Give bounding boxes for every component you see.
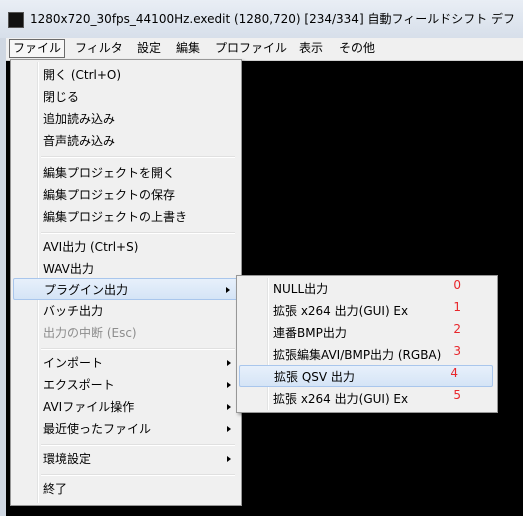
menu-item-label: プラグイン出力 <box>44 283 129 297</box>
title-bar[interactable]: 1280x720_30fps_44100Hz.exedit (1280,720)… <box>0 0 523 38</box>
submenu-arrow-icon <box>227 382 231 388</box>
menu-item-recent-files[interactable]: 最近使ったファイル <box>13 418 239 440</box>
menu-edit[interactable]: 編集 <box>173 40 203 57</box>
submenu-arrow-icon <box>227 456 231 462</box>
menu-item-label: 環境設定 <box>43 452 92 466</box>
menu-profile[interactable]: プロファイル <box>212 40 290 57</box>
menu-item-abort-output: 出力の中断 (Esc) <box>13 322 239 344</box>
plugin-output-submenu: NULL出力 0 拡張 x264 出力(GUI) Ex 1 連番BMP出力 2 拡張編… <box>236 275 498 413</box>
menu-item-save-project[interactable]: 編集プロジェクトの保存 <box>13 184 239 206</box>
menu-item-close[interactable]: 閉じる <box>13 86 239 108</box>
plugin-index-label: 0 <box>453 278 461 292</box>
menu-item-label: バッチ出力 <box>43 304 104 318</box>
menu-item-append-load[interactable]: 追加読み込み <box>13 108 239 130</box>
menu-item-label: 閉じる <box>43 90 80 104</box>
menu-item-label: AVI出力 (Ctrl+S) <box>43 240 139 254</box>
menu-item-batch-output[interactable]: バッチ出力 <box>13 300 239 322</box>
plugin-index-label: 5 <box>453 388 461 402</box>
submenu-arrow-icon <box>227 360 231 366</box>
menu-item-label: 編集プロジェクトの保存 <box>43 188 176 202</box>
plugin-item-x264-ex-2[interactable]: 拡張 x264 出力(GUI) Ex 5 <box>239 388 495 410</box>
menu-item-label: 編集プロジェクトを開く <box>43 166 176 180</box>
menu-item-label: NULL出力 <box>273 282 329 296</box>
menu-item-open-project[interactable]: 編集プロジェクトを開く <box>13 162 239 184</box>
menu-separator <box>41 444 235 446</box>
menu-file[interactable]: ファイル <box>9 39 66 58</box>
menu-separator <box>41 156 235 158</box>
menu-item-label: WAV出力 <box>43 262 94 276</box>
plugin-index-label: 1 <box>453 300 461 314</box>
menu-item-import[interactable]: インポート <box>13 352 239 374</box>
menu-item-preferences[interactable]: 環境設定 <box>13 448 239 470</box>
menu-separator <box>41 348 235 350</box>
plugin-index-label: 4 <box>450 366 458 380</box>
submenu-arrow-icon <box>226 287 230 293</box>
menu-item-label: 拡張 x264 出力(GUI) Ex <box>273 392 409 406</box>
menu-settings[interactable]: 設定 <box>134 40 164 57</box>
menu-bar: ファイル フィルタ 設定 編集 プロファイル 表示 その他 <box>6 38 523 61</box>
submenu-arrow-icon <box>227 426 231 432</box>
menu-item-wav-output[interactable]: WAV出力 <box>13 258 239 280</box>
menu-item-label: エクスポート <box>43 378 115 392</box>
menu-item-label: 出力の中断 (Esc) <box>43 326 137 340</box>
menu-item-avi-output[interactable]: AVI出力 (Ctrl+S) <box>13 236 239 258</box>
plugin-index-label: 2 <box>453 322 461 336</box>
menu-item-label: 拡張 QSV 出力 <box>274 370 355 384</box>
menu-view[interactable]: 表示 <box>296 40 326 57</box>
menu-item-label: 編集プロジェクトの上書き <box>43 210 188 224</box>
menu-filter[interactable]: フィルタ <box>72 40 126 57</box>
menu-item-overwrite-project[interactable]: 編集プロジェクトの上書き <box>13 206 239 228</box>
app-icon <box>8 12 24 28</box>
file-menu: 開く (Ctrl+O) 閉じる 追加読み込み 音声読み込み 編集プロジェクトを開… <box>10 59 242 506</box>
menu-item-label: 連番BMP出力 <box>273 326 347 340</box>
menu-item-label: 終了 <box>43 482 68 496</box>
menu-item-label: 追加読み込み <box>43 112 116 126</box>
menu-item-label: 拡張編集AVI/BMP出力 (RGBA) <box>273 348 442 362</box>
plugin-index-label: 3 <box>453 344 461 358</box>
window-title: 1280x720_30fps_44100Hz.exedit (1280,720)… <box>30 12 516 26</box>
menu-item-audio-load[interactable]: 音声読み込み <box>13 130 239 152</box>
menu-item-plugin-output[interactable]: プラグイン出力 <box>13 278 239 300</box>
menu-item-avi-file-ops[interactable]: AVIファイル操作 <box>13 396 239 418</box>
menu-item-open[interactable]: 開く (Ctrl+O) <box>13 64 239 86</box>
menu-item-label: AVIファイル操作 <box>43 400 135 414</box>
menu-item-label: インポート <box>43 356 104 370</box>
menu-item-label: 最近使ったファイル <box>43 422 152 436</box>
menu-item-export[interactable]: エクスポート <box>13 374 239 396</box>
menu-separator <box>41 474 235 476</box>
menu-item-label: 開く (Ctrl+O) <box>43 68 122 82</box>
submenu-arrow-icon <box>227 404 231 410</box>
menu-other[interactable]: その他 <box>336 40 378 57</box>
menu-item-exit[interactable]: 終了 <box>13 478 239 500</box>
menu-separator <box>41 232 235 234</box>
menu-item-label: 音声読み込み <box>43 134 116 148</box>
menu-item-label: 拡張 x264 出力(GUI) Ex <box>273 304 409 318</box>
